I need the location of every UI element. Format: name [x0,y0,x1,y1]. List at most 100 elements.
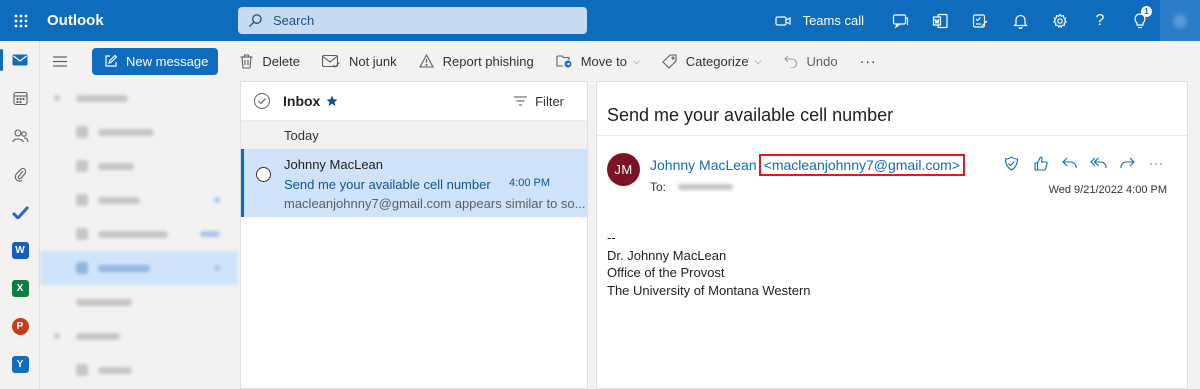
undo-label: Undo [806,53,838,69]
folder-move-icon [556,54,572,68]
new-message-button[interactable]: New message [92,47,219,75]
folder-item[interactable] [40,217,238,251]
reply-all-icon [1090,157,1107,168]
toggle-navigation-button[interactable] [40,55,80,67]
rail-calendar[interactable] [0,79,40,117]
categorize-button[interactable]: Categorize ⌵ [662,54,762,69]
help-button[interactable]: ? [1080,0,1120,41]
chat-button[interactable] [880,0,920,41]
sensitivity-button[interactable] [997,153,1026,173]
rail-people[interactable] [0,117,40,155]
folder-group[interactable] [40,81,238,115]
folder-title: Inbox [283,93,321,109]
search-placeholder: Search [273,13,315,28]
reply-all-button[interactable] [1084,153,1113,173]
folder-item[interactable] [40,183,238,217]
teams-call-label: Teams call [802,13,864,28]
forward-button[interactable] [1113,153,1142,173]
folder-group[interactable] [40,319,238,353]
folder-item[interactable] [40,149,238,183]
report-phishing-label: Report phishing [442,53,534,69]
notifications-button[interactable] [1000,0,1040,41]
not-junk-button[interactable]: Not junk [321,53,397,69]
rail-mail[interactable] [0,41,40,79]
settings-button[interactable] [1040,0,1080,41]
favorite-star-icon[interactable] [326,95,338,107]
yammer-icon: Y [11,355,29,373]
more-actions-button[interactable]: ··· [860,53,877,69]
body-line: The University of Montana Western [607,282,811,298]
chevron-down-icon: ⌵ [754,55,762,66]
thumbs-up-icon [1033,155,1048,171]
filter-label: Filter [535,93,564,109]
sender-avatar[interactable]: JM [607,153,640,186]
filter-button[interactable]: Filter [514,94,564,109]
app-rail: W X P Y [0,41,40,389]
search-box[interactable]: Search [238,7,587,34]
move-to-button[interactable]: Move to ⌵ [556,54,640,69]
forward-icon [1120,157,1135,168]
rail-excel[interactable]: X [0,269,40,307]
report-phishing-button[interactable]: Report phishing [418,53,534,69]
folder-item[interactable] [40,115,238,149]
folder-pane [40,81,238,389]
delete-button[interactable]: Delete [240,54,300,69]
hamburger-icon [53,55,67,67]
rail-word[interactable]: W [0,231,40,269]
like-button[interactable] [1026,153,1055,173]
powerpoint-icon: P [11,317,29,335]
checkmark-icon [258,98,266,104]
tasks-button[interactable] [960,0,1000,41]
bell-icon [1012,14,1028,29]
more-message-actions-button[interactable]: ··· [1142,153,1171,173]
not-junk-label: Not junk [348,53,397,69]
tips-button[interactable]: 1 [1120,0,1160,41]
reply-icon [1062,157,1077,168]
envelope-check-icon [321,54,340,68]
tag-icon [662,53,677,69]
search-icon [248,13,263,28]
calendar-icon [12,91,28,105]
folder-item-selected[interactable] [40,251,238,285]
shield-icon [1004,155,1019,171]
sender-name[interactable]: Johnny MacLean [650,157,757,173]
app-name[interactable]: Outlook [47,12,237,29]
tips-badge: 1 [1141,6,1152,17]
word-app-button[interactable] [920,0,960,41]
question-mark-icon: ? [1095,11,1105,29]
to-label: To: [650,180,667,194]
message-list-header: Inbox Filter [241,82,587,121]
message-list: Inbox Filter Today Johnny MacLean Send m… [240,81,588,389]
teams-call-button[interactable]: Teams call [774,13,864,28]
sender-address[interactable]: <macleanjohnny7@gmail.com> [758,154,965,176]
gear-icon [1053,12,1067,28]
rail-files[interactable] [0,155,40,193]
app-launcher-button[interactable] [0,0,41,41]
message-item[interactable]: Johnny MacLean Send me your available ce… [241,149,587,217]
date-group-header: Today [241,121,587,149]
rail-yammer[interactable]: Y [0,345,40,383]
new-message-label: New message [126,53,209,69]
account-avatar[interactable] [1160,0,1200,41]
rail-todo[interactable] [0,193,40,231]
message-select-checkbox[interactable] [256,167,271,182]
avatar-icon [1173,13,1187,28]
email-body: -- Dr. Johnny MacLean Office of the Prov… [597,216,1187,299]
delete-label: Delete [262,53,300,69]
excel-icon: X [11,279,29,297]
undo-button[interactable]: Undo [783,53,838,69]
filter-icon [514,96,528,106]
chat-icon [892,13,908,29]
folder-item[interactable] [40,285,238,319]
body-line: Dr. Johnny MacLean [607,247,727,263]
reply-button[interactable] [1055,153,1084,173]
message-sender: Johnny MacLean [284,157,384,172]
chevron-down-icon: ⌵ [632,55,640,66]
todo-check-icon [11,205,29,219]
folder-item[interactable] [40,353,238,387]
warning-icon [418,54,434,68]
select-all-checkbox[interactable] [254,93,270,109]
move-to-label: Move to [580,53,627,69]
rail-powerpoint[interactable]: P [0,307,40,345]
email-header: JM Johnny MacLean <macleanjohnny7@gmail.… [597,136,1187,216]
